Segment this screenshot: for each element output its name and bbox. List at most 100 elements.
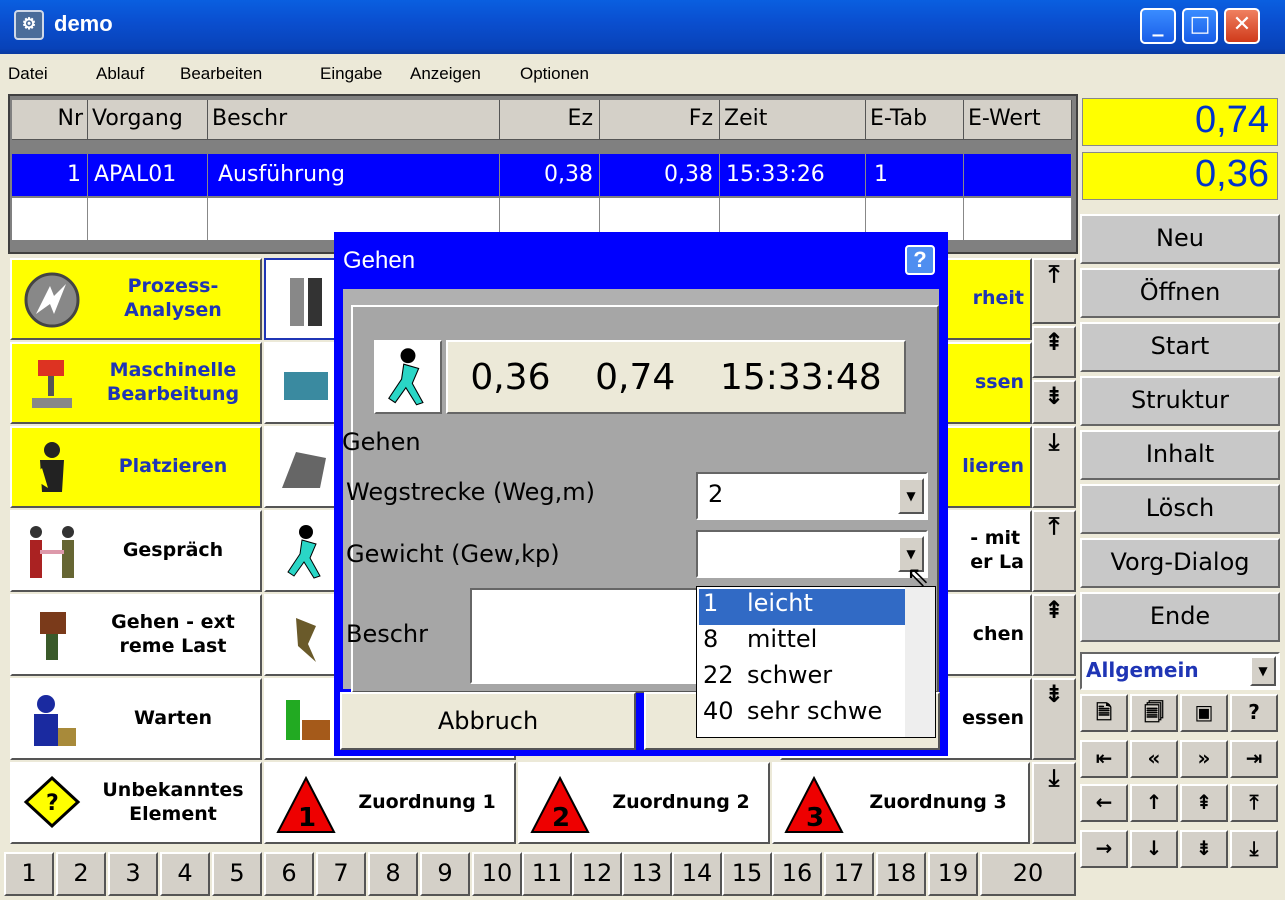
col-beschr[interactable]: Beschr [208,100,500,140]
row1-zeit[interactable]: 15:33:26 [720,154,866,196]
option-schwer[interactable]: 22 schwer [699,661,905,697]
col-nr[interactable]: Nr [12,100,88,140]
menu-eingabe[interactable]: Eingabe [320,64,382,84]
number-button-17[interactable]: 17 [824,852,874,896]
walking-person-icon[interactable] [374,340,442,414]
number-button-14[interactable]: 14 [672,852,722,896]
open-document-icon[interactable]: 🗐 [1130,694,1178,732]
first-icon[interactable]: ⇤ [1080,740,1128,778]
number-button-2[interactable]: 2 [56,852,106,896]
inhalt-button[interactable]: Inhalt [1080,430,1280,480]
scroll-top-button[interactable]: ⤒ [1032,258,1076,324]
struktur-button[interactable]: Struktur [1080,376,1280,426]
option-leicht[interactable]: 1 leicht [699,589,905,625]
menu-ablauf[interactable]: Ablauf [96,64,144,84]
save-icon[interactable]: ▣ [1180,694,1228,732]
option-sehr-schwer[interactable]: 40 sehr schwe [699,697,905,733]
arrow-down-icon[interactable]: ↓ [1130,830,1178,868]
number-button-19[interactable]: 19 [928,852,978,896]
number-button-4[interactable]: 4 [160,852,210,896]
oeffnen-button[interactable]: Öffnen [1080,268,1280,318]
arrow-left-icon[interactable]: ← [1080,784,1128,822]
tile-warten[interactable]: Warten [10,678,262,760]
number-button-6[interactable]: 6 [264,852,314,896]
number-button-3[interactable]: 3 [108,852,158,896]
scroll-bottom-button-2[interactable]: ⤓ [1032,762,1076,844]
tile-zuordnung-1[interactable]: 1 Zuordnung 1 [264,762,516,844]
row1-nr[interactable]: 1 [12,154,88,196]
row1-beschr[interactable]: Ausführung [208,154,500,196]
fast-forward-icon[interactable]: » [1180,740,1228,778]
start-button[interactable]: Start [1080,322,1280,372]
number-button-9[interactable]: 9 [420,852,470,896]
row1-etab[interactable]: 1 [866,154,964,196]
scroll-pageup-button[interactable]: ⇞ [1032,326,1076,378]
col-ewert[interactable]: E-Wert [964,100,1072,140]
col-ez[interactable]: Ez [500,100,600,140]
arrow-right-icon[interactable]: → [1080,830,1128,868]
arrow-top-icon[interactable]: ⤒ [1230,784,1278,822]
tile-zuordnung-2[interactable]: 2 Zuordnung 2 [518,762,770,844]
ende-button[interactable]: Ende [1080,592,1280,642]
row1-ewert[interactable] [964,154,1072,196]
number-button-11[interactable]: 11 [522,852,572,896]
tile-zuordnung-3[interactable]: 3 Zuordnung 3 [772,762,1030,844]
number-button-15[interactable]: 15 [722,852,772,896]
dropdown-scrollbar[interactable] [905,587,935,737]
wegstrecke-select[interactable]: 2 ▼ [696,472,928,520]
scroll-pagedown-button-2[interactable]: ⇟ [1032,678,1076,760]
col-zeit[interactable]: Zeit [720,100,866,140]
col-fz[interactable]: Fz [600,100,720,140]
help-icon[interactable]: ? [1230,694,1278,732]
chevron-down-icon[interactable]: ▼ [898,478,924,514]
tile-prozess-analysen[interactable]: Prozess- Analysen [10,258,262,340]
page-up-icon[interactable]: ⇞ [1180,784,1228,822]
row2-cell[interactable] [964,198,1072,240]
scroll-pagedown-button[interactable]: ⇟ [1032,380,1076,424]
page-down-icon[interactable]: ⇟ [1180,830,1228,868]
number-button-5[interactable]: 5 [212,852,262,896]
scroll-pageup-button-2[interactable]: ⇞ [1032,594,1076,676]
tile-gespraech[interactable]: Gespräch [10,510,262,592]
number-button-8[interactable]: 8 [368,852,418,896]
number-button-20[interactable]: 20 [980,852,1076,896]
gewicht-select[interactable]: ▼ [696,530,928,578]
tile-unbekanntes-element[interactable]: ? Unbekanntes Element [10,762,262,844]
number-button-12[interactable]: 12 [572,852,622,896]
arrow-bottom-icon[interactable]: ⤓ [1230,830,1278,868]
neu-button[interactable]: Neu [1080,214,1280,264]
menu-bearbeiten[interactable]: Bearbeiten [180,64,262,84]
menu-anzeigen[interactable]: Anzeigen [410,64,481,84]
row1-vorgang[interactable]: APAL01 [88,154,208,196]
scroll-top-button-2[interactable]: ⤒ [1032,510,1076,592]
row1-ez[interactable]: 0,38 [500,154,600,196]
close-button[interactable]: ✕ [1224,8,1260,44]
row1-fz[interactable]: 0,38 [600,154,720,196]
number-button-1[interactable]: 1 [4,852,54,896]
chevron-down-icon[interactable]: ▼ [1250,656,1276,686]
scroll-bottom-button[interactable]: ⤓ [1032,426,1076,508]
help-button[interactable]: ? [905,245,935,275]
tile-gehen-extreme-last[interactable]: Gehen - ext reme Last [10,594,262,676]
option-mittel[interactable]: 8 mittel [699,625,905,661]
tile-platzieren[interactable]: Platzieren [10,426,262,508]
menu-datei[interactable]: Datei [8,64,48,84]
col-etab[interactable]: E-Tab [866,100,964,140]
beschr-textarea[interactable] [470,588,706,684]
row2-cell[interactable] [88,198,208,240]
col-vorgang[interactable]: Vorgang [88,100,208,140]
number-button-10[interactable]: 10 [472,852,522,896]
number-button-16[interactable]: 16 [772,852,822,896]
category-select[interactable]: Allgemein ▼ [1080,652,1280,690]
menu-optionen[interactable]: Optionen [520,64,589,84]
maximize-button[interactable]: □ [1182,8,1218,44]
last-icon[interactable]: ⇥ [1230,740,1278,778]
number-button-18[interactable]: 18 [876,852,926,896]
arrow-up-icon[interactable]: ↑ [1130,784,1178,822]
loesch-button[interactable]: Lösch [1080,484,1280,534]
new-document-icon[interactable]: 🗎 [1080,694,1128,732]
number-button-13[interactable]: 13 [622,852,672,896]
number-button-7[interactable]: 7 [316,852,366,896]
row2-cell[interactable] [12,198,88,240]
vorg-dialog-button[interactable]: Vorg-Dialog [1080,538,1280,588]
